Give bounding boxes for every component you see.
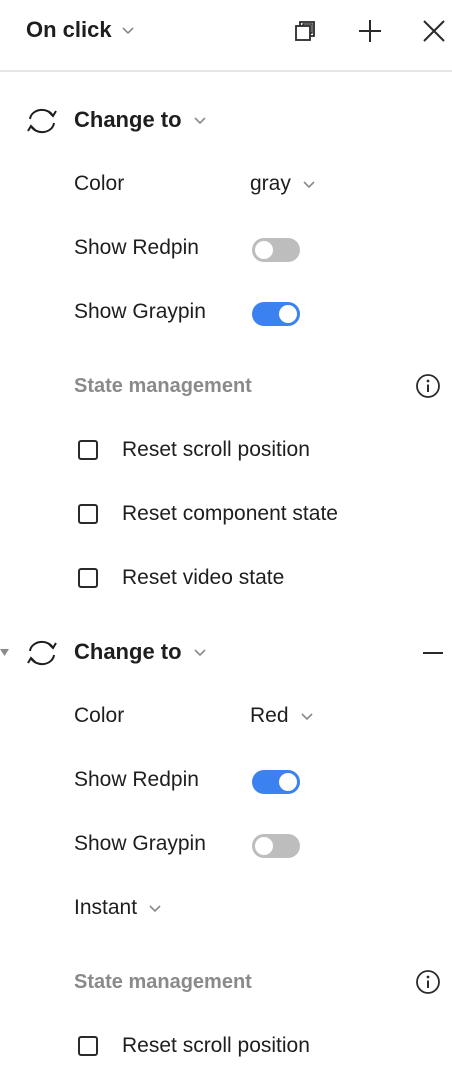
swap-icon (27, 108, 57, 134)
chevron-down-icon (149, 905, 161, 913)
show-redpin-label: Show Redpin (74, 236, 199, 259)
trigger-label: On click (26, 17, 112, 42)
color-label: Color (74, 704, 125, 727)
reset-scroll-label: Reset scroll position (122, 1034, 310, 1057)
reset-scroll-checkbox[interactable] (78, 1036, 98, 1056)
chevron-down-icon (300, 713, 313, 721)
info-icon[interactable] (415, 373, 441, 399)
collapse-caret-icon[interactable] (0, 648, 10, 658)
color-value: Red (250, 704, 289, 727)
reset-scroll-label: Reset scroll position (122, 438, 310, 461)
reset-video-checkbox[interactable] (78, 568, 98, 588)
action-title: Change to (74, 639, 182, 664)
add-action-button[interactable] (353, 14, 387, 48)
action-type-dropdown[interactable]: Change to (74, 105, 208, 135)
copy-icon (295, 21, 315, 41)
swap-icon (27, 640, 57, 666)
transition-dropdown[interactable]: Instant (74, 894, 163, 922)
show-graypin-label: Show Graypin (74, 832, 206, 855)
reset-scroll-checkbox[interactable] (78, 440, 98, 460)
color-value: gray (250, 172, 291, 195)
state-management-label: State management (74, 375, 252, 397)
action-title: Change to (74, 107, 182, 132)
chevron-down-icon (122, 27, 134, 35)
show-graypin-toggle[interactable] (252, 834, 300, 858)
chevron-down-icon (303, 181, 315, 189)
show-redpin-toggle[interactable] (252, 770, 300, 794)
toggle-knob (255, 837, 273, 855)
color-label: Color (74, 172, 125, 195)
state-management-label: State management (74, 971, 252, 993)
color-dropdown[interactable]: Red (250, 702, 315, 730)
toggle-knob (279, 305, 297, 323)
show-graypin-toggle[interactable] (252, 302, 300, 326)
remove-action-icon[interactable] (420, 640, 446, 666)
trigger-dropdown[interactable]: On click (26, 15, 136, 45)
chevron-down-icon (193, 649, 206, 657)
chevron-down-icon (193, 117, 206, 125)
reset-component-label: Reset component state (122, 502, 338, 525)
close-button[interactable] (417, 14, 451, 48)
toggle-knob (279, 773, 297, 791)
show-graypin-label: Show Graypin (74, 300, 206, 323)
action-type-dropdown[interactable]: Change to (74, 637, 208, 667)
show-redpin-toggle[interactable] (252, 238, 300, 262)
toggle-knob (255, 241, 273, 259)
header-divider (0, 70, 452, 72)
info-icon[interactable] (415, 969, 441, 995)
copy-button[interactable] (288, 14, 322, 48)
plus-icon (359, 20, 381, 42)
color-dropdown[interactable]: gray (250, 170, 317, 198)
transition-value: Instant (74, 896, 138, 919)
reset-component-checkbox[interactable] (78, 504, 98, 524)
reset-video-label: Reset video state (122, 566, 285, 589)
show-redpin-label: Show Redpin (74, 768, 199, 791)
close-icon (423, 20, 445, 42)
